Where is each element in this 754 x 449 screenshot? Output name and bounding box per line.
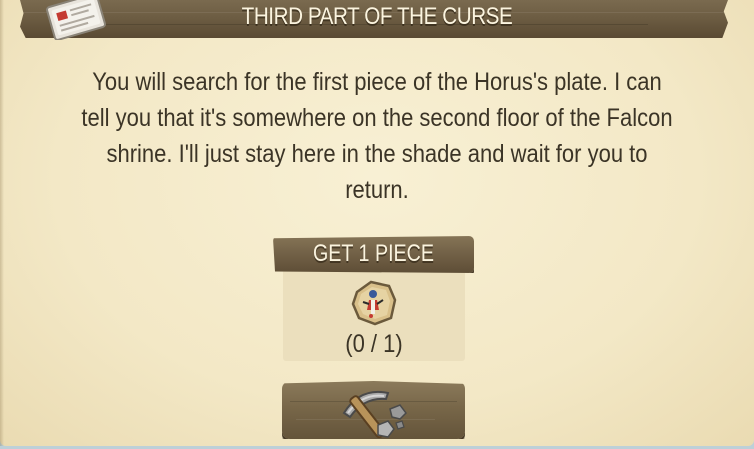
pickaxe-icon — [342, 391, 407, 439]
quest-description: You will search for the first piece of t… — [81, 68, 673, 204]
dialog-title: THIRD PART OF THE CURSE — [241, 3, 513, 30]
objective-label: GET 1 PIECE — [312, 240, 435, 267]
panel-edge-shadow — [0, 0, 4, 446]
objective-progress: (0 / 1) — [345, 330, 403, 358]
horus-plate-piece-icon — [351, 280, 397, 326]
